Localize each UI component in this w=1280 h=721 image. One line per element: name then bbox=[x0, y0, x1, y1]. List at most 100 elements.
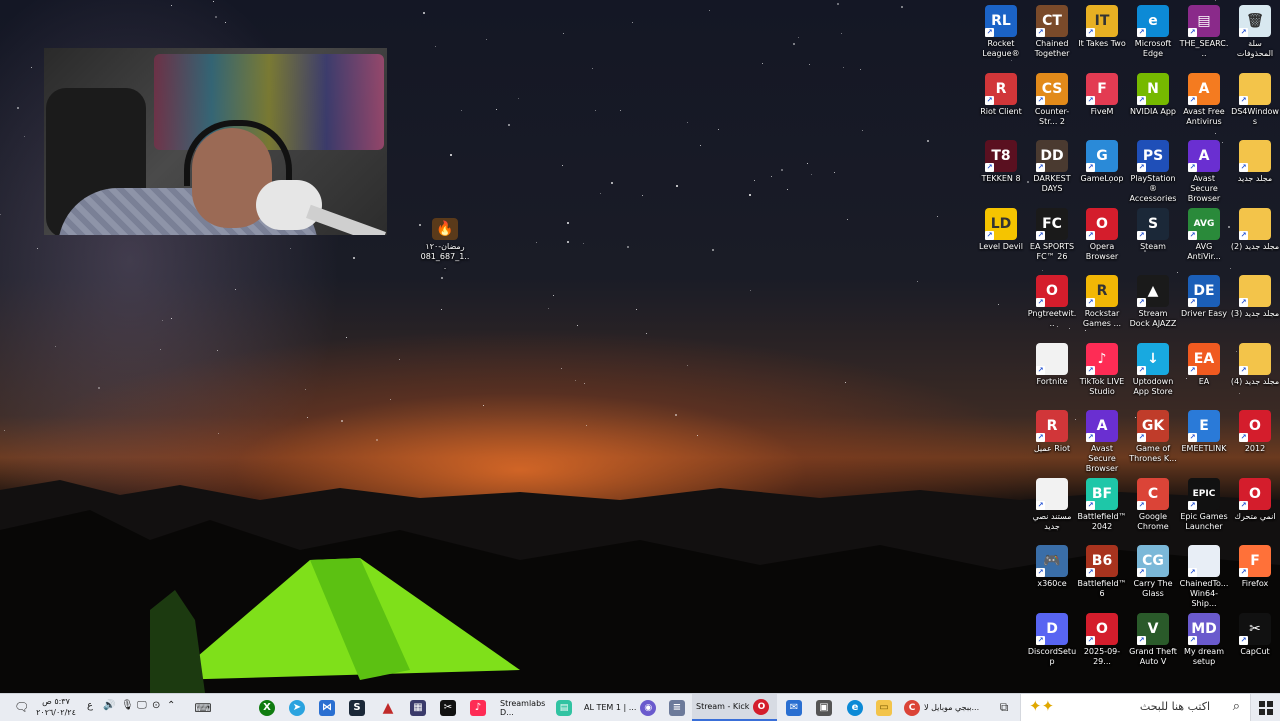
desktop-icon-loose-file[interactable]: 🔥 رمضان-١٢٠ 1_687_081... bbox=[420, 218, 470, 272]
desktop-icon-playstation[interactable]: PS ↗ PlayStation® Accessories bbox=[1128, 140, 1178, 204]
desktop-icon-rocket-league[interactable]: RL ↗ Rocket League® bbox=[976, 5, 1026, 59]
star bbox=[548, 308, 549, 309]
desktop-icon-epic-games[interactable]: EPIC ↗ Epic Games Launcher bbox=[1179, 477, 1229, 532]
desktop-icon-opera[interactable]: O ↗ انمي متحرك bbox=[1230, 477, 1280, 522]
desktop-icon-riot-client[interactable]: R ↗ عميل Riot bbox=[1027, 410, 1077, 454]
touch-keyboard-button[interactable]: ⌨ bbox=[190, 694, 216, 721]
taskbar-app-streamlabs[interactable]: Streamlabs D... ▤ bbox=[496, 694, 576, 721]
desktop-icon-recycle-bin[interactable]: 🗑 ↗ سلة المحذوفات bbox=[1230, 5, 1280, 59]
taskbar-capcut[interactable]: ✂ bbox=[436, 694, 460, 721]
desktop-icon-discord[interactable]: D ↗ DiscordSetup bbox=[1027, 612, 1077, 667]
desktop-icon-chrome[interactable]: C ↗ Google Chrome bbox=[1128, 477, 1178, 532]
shortcut-arrow-icon: ↗ bbox=[1036, 28, 1045, 37]
desktop-icon-label: AVG AntiVir... bbox=[1187, 241, 1221, 261]
desktop-icon-level-devil[interactable]: LD ↗ Level Devil bbox=[976, 207, 1026, 252]
taskbar-store[interactable]: ▣ bbox=[812, 694, 836, 721]
taskbar-mail[interactable]: ✉ bbox=[782, 694, 806, 721]
start-button[interactable] bbox=[1251, 694, 1280, 721]
desktop-icon-firefox[interactable]: F ↗ Firefox bbox=[1230, 545, 1280, 589]
desktop-icon-it-takes-two[interactable]: IT ↗ It Takes Two bbox=[1077, 5, 1127, 49]
tray-app-icon[interactable]: ⊙ bbox=[152, 700, 160, 711]
desktop-icon-steam[interactable]: S ↗ Steam bbox=[1128, 207, 1178, 252]
taskbar-xbox[interactable]: X bbox=[255, 694, 279, 721]
taskbar: ⌕ اكتب هنا للبحث ✦✦ ⧉ C ببجي موبايل لا..… bbox=[0, 693, 1280, 721]
desktop-icon-riot-client[interactable]: R ↗ Riot Client bbox=[976, 72, 1026, 117]
desktop-icon-battlefield-6[interactable]: B6 ↗ Battlefield™ 6 bbox=[1077, 545, 1127, 599]
xbox-icon: X bbox=[259, 699, 275, 716]
desktop-icon-ea-sports-fc[interactable]: FC ↗ EA SPORTS FC™ 26 bbox=[1027, 207, 1077, 262]
shortcut-arrow-icon: ↗ bbox=[1036, 298, 1045, 307]
desktop-icon-opera[interactable]: O ↗ 2025-09-29... bbox=[1077, 612, 1127, 667]
desktop-icon-label: Grand Theft Auto V bbox=[1129, 646, 1177, 666]
taskbar-tiktok[interactable]: ♪ bbox=[466, 694, 490, 721]
desktop-icon-avg[interactable]: AVG ↗ AVG AntiVir... bbox=[1179, 207, 1229, 262]
desktop-icon-folder[interactable]: ↗ مجلد جديد (2) bbox=[1230, 207, 1280, 252]
desktop-icon-my-dream-setup[interactable]: MD ↗ My dream setup bbox=[1179, 612, 1229, 667]
desktop-icon-counter-strike[interactable]: CS ↗ Counter-Str... 2 bbox=[1027, 72, 1077, 127]
star bbox=[798, 37, 799, 38]
volume-icon[interactable]: 🔊 bbox=[103, 700, 115, 711]
star bbox=[787, 189, 788, 190]
desktop-icon-carry-the-glass[interactable]: CG ↗ Carry The Glass bbox=[1128, 545, 1178, 599]
show-hidden-icons-chevron-icon[interactable]: ⌃ bbox=[167, 700, 175, 711]
taskbar-stream-dock[interactable]: ▲ bbox=[376, 694, 400, 721]
desktop-icon-battlefield-2042[interactable]: BF ↗ Battlefield™ 2042 bbox=[1077, 477, 1127, 532]
desktop-icon-winrar[interactable]: ▤ ↗ THE_SEARC... bbox=[1179, 5, 1229, 59]
nvidia-icon: N ↗ bbox=[1137, 72, 1169, 105]
taskbar-app-square[interactable]: ▦ bbox=[406, 694, 430, 721]
desktop-icon-uptodown[interactable]: ↓ ↗ Uptodown App Store bbox=[1128, 342, 1178, 397]
taskbar-app-chrome[interactable]: C ببجي موبايل لا... bbox=[900, 694, 988, 721]
notifications-icon[interactable]: 🗨 bbox=[14, 700, 29, 714]
desktop-icon-gameloop[interactable]: G ↗ GameLoop bbox=[1077, 140, 1127, 184]
desktop-icon-folder[interactable]: ↗ مجلد جديد bbox=[1230, 140, 1280, 184]
desktop-icon-folder[interactable]: ↗ مجلد جديد (4) bbox=[1230, 342, 1280, 387]
taskbar-app-blue[interactable]: ⋈ bbox=[315, 694, 339, 721]
desktop-icon-tiktok[interactable]: ♪ ↗ TikTok LIVE Studio bbox=[1077, 342, 1127, 397]
desktop-icon-avast[interactable]: A ↗ Avast Free Antivirus bbox=[1179, 72, 1229, 127]
microphone-icon[interactable]: 🎙 bbox=[121, 700, 134, 711]
desktop-icon-avast-browser[interactable]: A ↗ Avast Secure Browser bbox=[1077, 410, 1127, 474]
taskbar-notepad[interactable]: ≡ bbox=[666, 694, 688, 721]
desktop-icon-nvidia[interactable]: N ↗ NVIDIA App bbox=[1128, 72, 1178, 117]
shortcut-arrow-icon: ↗ bbox=[1239, 230, 1248, 240]
desktop-icon-avast-browser[interactable]: A ↗ Avast Secure Browser bbox=[1179, 140, 1229, 204]
desktop-icon-chained-together[interactable]: CT ↗ Chained Together bbox=[1027, 5, 1077, 59]
taskbar-file-explorer[interactable]: ▭ bbox=[872, 694, 896, 721]
network-icon[interactable]: 🖵 bbox=[137, 700, 147, 711]
taskbar-search-box[interactable]: ⌕ اكتب هنا للبحث ✦✦ bbox=[1020, 694, 1251, 721]
desktop-icon-folder[interactable]: ↗ مجلد جديد (3) bbox=[1230, 275, 1280, 319]
epic-games-icon: EPIC ↗ bbox=[1188, 477, 1220, 510]
taskbar-app-al-tem[interactable]: AL TEM 1 | ... ◉ bbox=[580, 694, 662, 721]
desktop-icon-opera[interactable]: O ↗ 2012 bbox=[1230, 410, 1280, 454]
taskbar-telegram[interactable]: ➤ bbox=[285, 694, 309, 721]
desktop-icon-rockstar[interactable]: R ↗ Rockstar Games ... bbox=[1077, 275, 1127, 329]
shortcut-arrow-icon: ↗ bbox=[1188, 635, 1197, 645]
desktop-icon-gta[interactable]: V ↗ Grand Theft Auto V bbox=[1128, 612, 1178, 667]
desktop-icon-exe[interactable]: ↗ ChainedTo... Win64-Ship... bbox=[1179, 545, 1229, 609]
desktop-icon-fivem[interactable]: F ↗ FiveM bbox=[1077, 72, 1127, 117]
desktop-icon-darkest-days[interactable]: DD ↗ DARKEST DAYS bbox=[1027, 140, 1077, 194]
desktop-icon-folder[interactable]: ↗ DS4Windows bbox=[1230, 72, 1280, 127]
desktop-icon-driver-easy[interactable]: DE ↗ Driver Easy bbox=[1179, 275, 1229, 319]
taskbar-clock[interactable]: ٥:٣٧ ص ٢٠٢٦/٠٢/٢٤ bbox=[36, 696, 76, 718]
language-indicator[interactable]: ع bbox=[87, 700, 93, 711]
desktop-icon-file[interactable]: ↗ Fortnite bbox=[1027, 342, 1077, 387]
desktop-icon-edge[interactable]: e ↗ Microsoft Edge bbox=[1128, 5, 1178, 59]
desktop-icon-game-of-thrones[interactable]: GK ↗ Game of Thrones K... bbox=[1128, 410, 1178, 464]
desktop-icon-emeetlink[interactable]: E ↗ EMEETLINK bbox=[1179, 410, 1229, 454]
task-view-button[interactable]: ⧉ bbox=[992, 694, 1016, 721]
desktop-icon-gamepad[interactable]: 🎮 ↗ x360ce bbox=[1027, 545, 1077, 589]
desktop-icon-stream-dock[interactable]: ▲ ↗ Stream Dock AJAZZ bbox=[1128, 275, 1178, 329]
desktop-icon-label: THE_SEARC... bbox=[1179, 39, 1229, 58]
taskbar-steam[interactable]: S bbox=[345, 694, 369, 721]
taskbar-app-opera-kick[interactable]: Stream - Kick O bbox=[692, 694, 777, 721]
star bbox=[841, 33, 842, 34]
chrome-icon: C bbox=[904, 699, 920, 716]
desktop-icon-opera[interactable]: O ↗ Opera Browser bbox=[1077, 207, 1127, 262]
desktop-icon-ea[interactable]: EA ↗ EA bbox=[1179, 342, 1229, 387]
desktop-icon-tekken[interactable]: T8 ↗ TEKKEN 8 bbox=[976, 140, 1026, 184]
desktop-icon-opera[interactable]: O ↗ Pngtreetwit... bbox=[1027, 275, 1077, 329]
desktop-icon-capcut[interactable]: ✂ ↗ CapCut bbox=[1230, 612, 1280, 657]
desktop-icon-text-document[interactable]: ↗ مستند نصي جديد bbox=[1027, 477, 1077, 532]
taskbar-edge[interactable]: e bbox=[843, 694, 867, 721]
